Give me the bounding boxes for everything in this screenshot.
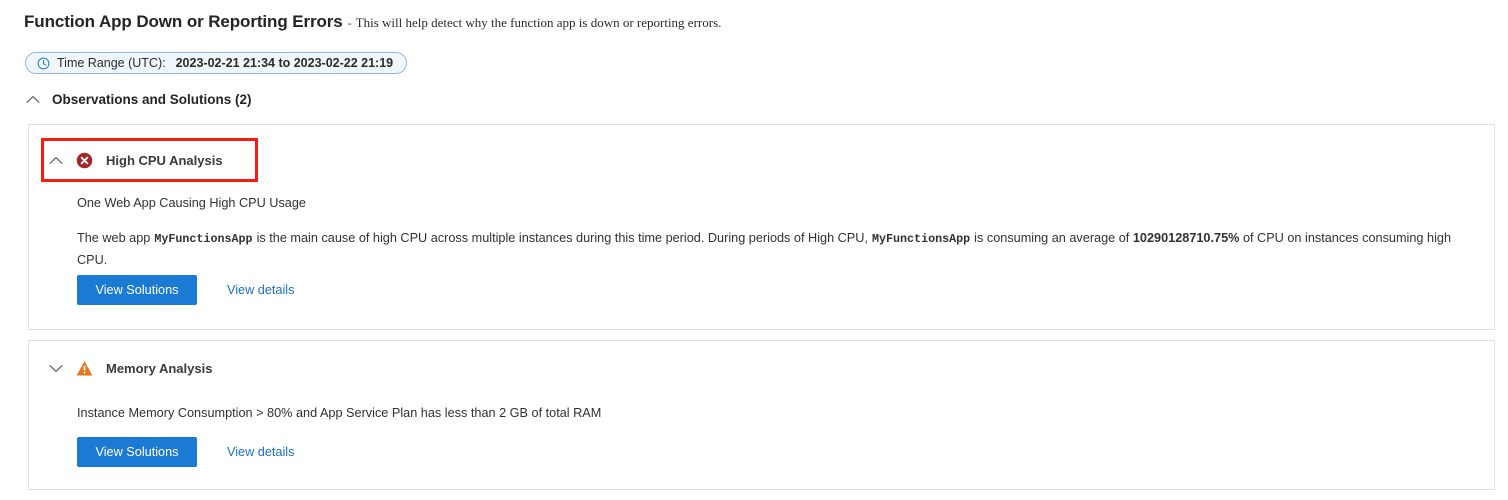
clock-icon: [37, 57, 50, 69]
view-solutions-button[interactable]: View Solutions: [77, 275, 197, 305]
page-title: Function App Down or Reporting Errors: [24, 12, 343, 31]
card-header-high-cpu[interactable]: High CPU Analysis: [49, 152, 223, 169]
card-header-memory[interactable]: Memory Analysis: [49, 360, 212, 377]
observations-section-header[interactable]: Observations and Solutions (2): [26, 92, 252, 107]
cpu-percent-value: 10290128710.75%: [1132, 231, 1240, 245]
detail-text-part1: The web app: [77, 231, 151, 245]
time-range-value: 2023-02-21 21:34 to 2023-02-22 21:19: [175, 56, 394, 70]
error-circle-icon: [76, 152, 93, 169]
card-body-memory: Instance Memory Consumption > 80% and Ap…: [77, 403, 1470, 423]
card-detail-paragraph: The web app MyFunctionsApp is the main cau…: [77, 228, 1470, 271]
card-body-high-cpu: One Web App Causing High CPU Usage The w…: [77, 193, 1470, 271]
time-range-pill[interactable]: Time Range (UTC): 2023-02-21 21:34 to 20…: [25, 52, 408, 74]
card-summary: One Web App Causing High CPU Usage: [77, 196, 306, 210]
observation-card-high-cpu: High CPU Analysis One Web App Causing Hi…: [28, 124, 1495, 330]
card-actions-high-cpu: View Solutions View details: [77, 275, 296, 305]
section-title: Observations and Solutions (2): [52, 92, 252, 107]
view-details-link[interactable]: View details: [225, 441, 296, 463]
view-details-link[interactable]: View details: [225, 279, 296, 301]
app-name-1: MyFunctionsApp: [154, 232, 253, 246]
observation-card-memory: Memory Analysis Instance Memory Consumpt…: [28, 340, 1495, 490]
diagnostics-page: Function App Down or Reporting Errors - …: [0, 0, 1508, 500]
chevron-up-icon[interactable]: [49, 156, 63, 165]
card-title: High CPU Analysis: [106, 153, 223, 168]
detail-text-part3: is consuming an average of: [974, 231, 1130, 245]
chevron-down-icon[interactable]: [49, 364, 63, 373]
page-header: Function App Down or Reporting Errors - …: [24, 12, 721, 32]
page-subtitle: This will help detect why the function a…: [355, 15, 722, 30]
title-separator: -: [347, 16, 352, 30]
time-range-label: Time Range (UTC):: [57, 56, 166, 70]
card-actions-memory: View Solutions View details: [77, 437, 296, 467]
card-summary: Instance Memory Consumption > 80% and Ap…: [77, 406, 602, 420]
chevron-up-icon[interactable]: [26, 95, 40, 104]
view-solutions-button[interactable]: View Solutions: [77, 437, 197, 467]
card-title: Memory Analysis: [106, 361, 213, 376]
warning-triangle-icon: [76, 361, 93, 376]
app-name-2: MyFunctionsApp: [871, 232, 971, 246]
detail-text-part2: is the main cause of high CPU across mul…: [256, 231, 868, 245]
